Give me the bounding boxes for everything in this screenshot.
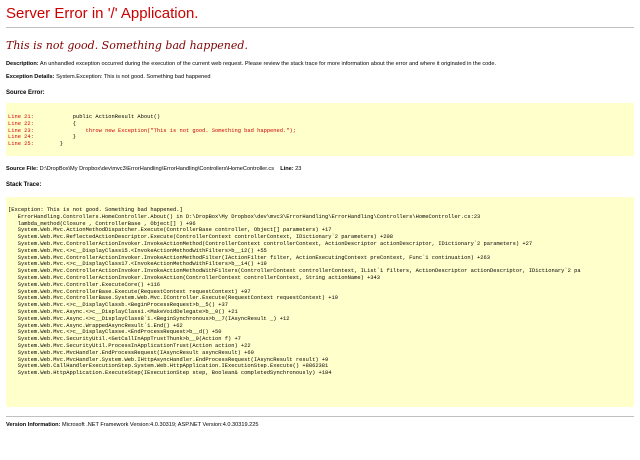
source-line-number-label: Line 24: bbox=[8, 134, 34, 141]
stack-trace-line: System.Web.Mvc.SecurityUtil.<GetCallInAp… bbox=[8, 336, 241, 343]
exception-details-text: System.Exception: This is not good. Some… bbox=[56, 74, 211, 80]
error-message: This is not good. Something bad happened… bbox=[6, 39, 248, 52]
stack-trace-line: ErrorHandling.Controllers.HomeController… bbox=[8, 213, 481, 220]
stack-trace-line: System.Web.Mvc.MvcHandler.System.Web.IHt… bbox=[8, 356, 329, 363]
source-line-code: throw new Exception("This is not good. S… bbox=[46, 127, 296, 134]
source-error-heading: Source Error: bbox=[6, 90, 45, 96]
stack-trace-line: System.Web.Mvc.ControllerActionInvoker.I… bbox=[8, 240, 533, 247]
source-file-label: Source File: bbox=[6, 166, 39, 172]
stack-trace-line: System.Web.Mvc.Async.<>c__DisplayClass8`… bbox=[8, 315, 290, 322]
title-divider bbox=[6, 27, 634, 28]
stack-trace-heading: Stack Trace: bbox=[6, 182, 42, 188]
version-line: Version Information: Microsoft .NET Fram… bbox=[6, 422, 258, 429]
source-file-line: Source File: D:\DropBox\My Dropbox\dev\m… bbox=[6, 166, 301, 173]
source-error-box: Line 21: public ActionResult About() Line… bbox=[6, 103, 634, 156]
source-line-number-label: Line 22: bbox=[8, 120, 34, 127]
stack-trace-block: [Exception: This is not good. Something … bbox=[6, 197, 634, 377]
source-line-code: public ActionResult About() bbox=[46, 114, 161, 120]
stack-trace-line: System.Web.Mvc.ControllerActionInvoker.I… bbox=[8, 254, 491, 261]
description-label: Description: bbox=[6, 61, 39, 67]
stack-trace-line: System.Web.Mvc.ControllerBase.Execute(Re… bbox=[8, 288, 251, 295]
source-line-number-label: Line 25: bbox=[8, 141, 34, 148]
source-line-number-label: Line 23: bbox=[8, 127, 34, 134]
stack-trace-line: [Exception: This is not good. Something … bbox=[8, 207, 183, 213]
source-line-5: Line 25: } bbox=[8, 141, 634, 148]
stack-trace-box: [Exception: This is not good. Something … bbox=[6, 197, 634, 407]
source-line-code: } bbox=[46, 141, 64, 148]
source-line-code: { bbox=[46, 120, 76, 127]
source-line-2: Line 22: { bbox=[8, 121, 634, 128]
source-line-number: 23 bbox=[295, 166, 302, 172]
source-line-number-label: Line 21: bbox=[8, 114, 34, 120]
exception-details-label: Exception Details: bbox=[6, 74, 55, 80]
stack-trace-line: System.Web.Mvc.Async.WrappedAsyncResult`… bbox=[8, 322, 183, 329]
stack-trace-line: System.Web.Mvc.<>c__DisplayClasse.<EndPr… bbox=[8, 329, 222, 336]
stack-trace-line: System.Web.Mvc.Controller.ExecuteCore() … bbox=[8, 281, 161, 288]
error-page: Server Error in '/' Application. This is… bbox=[0, 0, 640, 460]
stack-trace-line: System.Web.Mvc.ActionMethodDispatcher.Ex… bbox=[8, 227, 332, 234]
source-file-path: D:\DropBox\My Dropbox\dev\mvc3\ErrorHand… bbox=[39, 166, 274, 172]
source-line-code: } bbox=[46, 134, 76, 141]
stack-trace-line: System.Web.CallHandlerExecutionStep.Syst… bbox=[8, 363, 329, 370]
source-code-block: Line 21: public ActionResult About() Line… bbox=[6, 103, 634, 148]
version-text: Microsoft .NET Framework Version:4.0.303… bbox=[61, 422, 259, 428]
source-line-3: Line 23: throw new Exception("This is no… bbox=[8, 128, 634, 135]
version-divider bbox=[6, 416, 634, 417]
stack-trace-line: System.Web.Mvc.<>c__DisplayClassb.<Begin… bbox=[8, 302, 228, 309]
stack-trace-line: System.Web.Mvc.MvcHandler.EndProcessRequ… bbox=[8, 349, 254, 356]
stack-trace-line: System.Web.HttpApplication.ExecuteStep(I… bbox=[8, 370, 332, 377]
description-line: Description: An unhandled exception occu… bbox=[6, 61, 496, 68]
version-label: Version Information: bbox=[6, 422, 61, 428]
stack-trace-line: System.Web.Mvc.ControllerActionInvoker.I… bbox=[8, 268, 581, 275]
stack-trace-line: lambda_method(Closure , ControllerBase ,… bbox=[8, 220, 196, 227]
stack-trace-line: System.Web.Mvc.SecurityUtil.ProcessInApp… bbox=[8, 342, 251, 349]
page-title: Server Error in '/' Application. bbox=[6, 5, 199, 22]
source-line-label: Line: bbox=[280, 166, 294, 172]
stack-trace-line: System.Web.Mvc.ReflectedActionDescriptor… bbox=[8, 234, 393, 241]
stack-trace-line: System.Web.Mvc.Async.<>c__DisplayClass1.… bbox=[8, 308, 238, 315]
stack-trace-line: System.Web.Mvc.ControllerActionInvoker.I… bbox=[8, 274, 381, 281]
stack-trace-line: System.Web.Mvc.<>c__DisplayClass17.<Invo… bbox=[8, 261, 267, 268]
stack-trace-line: System.Web.Mvc.<>c__DisplayClass15.<Invo… bbox=[8, 247, 267, 254]
description-text: An unhandled exception occurred during t… bbox=[39, 61, 497, 67]
source-line-4: Line 24: } bbox=[8, 134, 634, 141]
source-line-1: Line 21: public ActionResult About() bbox=[8, 114, 634, 121]
exception-details-line: Exception Details: System.Exception: Thi… bbox=[6, 74, 211, 81]
stack-trace-line: System.Web.Mvc.ControllerBase.System.Web… bbox=[8, 295, 338, 302]
